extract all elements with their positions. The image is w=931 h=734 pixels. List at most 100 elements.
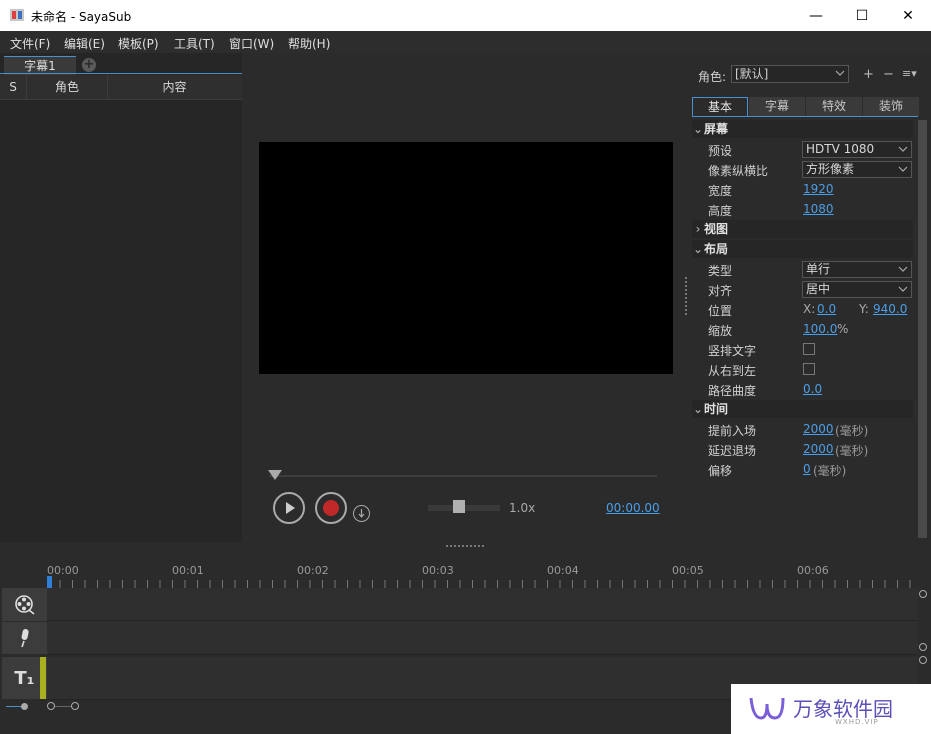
- lead-in-unit: (毫秒): [835, 424, 869, 438]
- microphone-icon: [20, 629, 29, 648]
- scroll-range-end-handle[interactable]: [71, 702, 79, 710]
- timecode[interactable]: 00:00.00: [606, 501, 660, 515]
- menu-tools[interactable]: 工具(T): [174, 35, 215, 52]
- type-label: 类型: [708, 264, 733, 278]
- playhead[interactable]: [47, 576, 52, 588]
- rtl-checkbox[interactable]: [803, 363, 815, 375]
- path-curve-label: 路径曲度: [708, 384, 757, 398]
- section-layout-title: 布局: [704, 242, 729, 256]
- tick-label: 00:02: [297, 564, 329, 577]
- menu-file[interactable]: 文件(F): [10, 35, 50, 52]
- preset-select[interactable]: HDTV 1080: [802, 141, 912, 158]
- scale-unit: %: [837, 322, 849, 336]
- tab-decoration[interactable]: 装饰: [863, 97, 920, 116]
- chevron-down-icon: [898, 146, 908, 152]
- menu-list-icon[interactable]: ≡▾: [902, 67, 917, 80]
- audio-track[interactable]: [47, 621, 918, 655]
- column-s[interactable]: S: [0, 75, 27, 99]
- close-icon: ✕: [902, 7, 914, 24]
- align-label: 对齐: [708, 284, 733, 298]
- tab-basic[interactable]: 基本: [692, 97, 748, 116]
- tab-subtitle[interactable]: 字幕: [749, 97, 806, 116]
- lead-in-label: 提前入场: [708, 424, 757, 438]
- properties-scrollbar[interactable]: [918, 120, 927, 538]
- rtl-label: 从右到左: [708, 364, 757, 378]
- position-label: 位置: [708, 304, 733, 318]
- position-x-label: X:: [803, 302, 816, 316]
- path-curve-value[interactable]: 0.0: [803, 382, 822, 396]
- height-label: 高度: [708, 204, 733, 218]
- logo-mark-icon: [749, 697, 785, 720]
- menu-window[interactable]: 窗口(W): [229, 35, 274, 52]
- chevron-down-icon: [835, 70, 845, 76]
- video-track-header[interactable]: [2, 588, 47, 621]
- chevron-down-icon: ⌄: [692, 122, 704, 136]
- menu-template[interactable]: 模板(P): [118, 35, 159, 52]
- width-value[interactable]: 1920: [803, 182, 834, 196]
- minimize-icon: —: [809, 7, 823, 24]
- section-view-title: 视图: [704, 222, 729, 236]
- tick-label: 00:01: [172, 564, 204, 577]
- scale-value[interactable]: 100.0: [803, 322, 837, 336]
- section-layout[interactable]: ⌄布局: [692, 240, 913, 258]
- mic-source-button[interactable]: [353, 505, 370, 522]
- lead-out-unit: (毫秒): [835, 444, 869, 458]
- vertical-text-checkbox[interactable]: [803, 343, 815, 355]
- offset-label: 偏移: [708, 464, 733, 478]
- scroll-range-start-handle[interactable]: [47, 702, 55, 710]
- audio-track-header[interactable]: [2, 622, 47, 654]
- menu-edit[interactable]: 编辑(E): [64, 35, 105, 52]
- lead-out-value[interactable]: 2000: [803, 442, 834, 456]
- section-screen-title: 屏幕: [704, 122, 729, 136]
- align-select[interactable]: 居中: [802, 281, 912, 298]
- height-value[interactable]: 1080: [803, 202, 834, 216]
- subtitle-list-panel: 字幕1 + S 角色 内容: [0, 53, 246, 542]
- properties-panel: 角色: [默认] + − ≡▾ 基本 字幕 特效 装饰 ⌄屏幕 预设 HDTV …: [690, 53, 931, 542]
- timeline-splitter-grip[interactable]: [446, 545, 486, 547]
- tab-underline: [0, 73, 242, 74]
- position-x-value[interactable]: 0.0: [817, 302, 836, 316]
- close-button[interactable]: ✕: [885, 0, 931, 31]
- film-reel-icon: [14, 594, 34, 615]
- add-tab-icon[interactable]: +: [82, 58, 96, 72]
- tab-effects[interactable]: 特效: [806, 97, 863, 116]
- seek-bar[interactable]: [269, 475, 657, 477]
- watermark-sub: WXHD.VIP: [835, 718, 879, 726]
- track-resize-handle[interactable]: [919, 643, 927, 651]
- track-resize-handle[interactable]: [919, 656, 927, 664]
- offset-value[interactable]: 0: [803, 462, 811, 476]
- position-y-value[interactable]: 940.0: [873, 302, 907, 316]
- vertical-text-label: 竖排文字: [708, 344, 757, 358]
- role-select[interactable]: [默认]: [731, 65, 849, 83]
- track-resize-handle[interactable]: [919, 590, 927, 598]
- section-screen[interactable]: ⌄屏幕: [692, 120, 913, 138]
- section-time[interactable]: ⌄时间: [692, 400, 913, 418]
- seek-handle[interactable]: [268, 470, 282, 480]
- maximize-button[interactable]: ☐: [839, 0, 885, 31]
- add-icon[interactable]: +: [863, 67, 874, 82]
- app-icon: [10, 9, 24, 21]
- play-button[interactable]: [273, 492, 305, 524]
- zoom-slider-handle[interactable]: [21, 703, 28, 710]
- column-role[interactable]: 角色: [27, 75, 108, 99]
- remove-icon[interactable]: −: [883, 67, 894, 82]
- minimize-button[interactable]: —: [793, 0, 839, 31]
- speed-slider-handle[interactable]: [453, 500, 466, 513]
- record-button[interactable]: [315, 492, 347, 524]
- right-splitter-grip[interactable]: [685, 277, 687, 317]
- chevron-down-icon: ⌄: [692, 402, 704, 416]
- pixel-aspect-select[interactable]: 方形像素: [802, 161, 912, 178]
- video-track[interactable]: [47, 588, 918, 621]
- subtitle-list-header: S 角色 内容: [0, 75, 242, 100]
- menu-help[interactable]: 帮助(H): [288, 35, 330, 52]
- arrow-down-icon: [358, 509, 365, 518]
- scale-label: 缩放: [708, 324, 733, 338]
- column-content[interactable]: 内容: [108, 75, 241, 99]
- scroll-range-bar[interactable]: [55, 706, 71, 707]
- section-view[interactable]: › 视图: [692, 220, 913, 238]
- lead-in-value[interactable]: 2000: [803, 422, 834, 436]
- chevron-down-icon: [898, 166, 908, 172]
- time-ruler[interactable]: 00:00 00:01 00:02 00:03 00:04 00:05 00:0…: [47, 560, 927, 588]
- ruler-ticks: [47, 580, 922, 588]
- type-select[interactable]: 单行: [802, 261, 912, 278]
